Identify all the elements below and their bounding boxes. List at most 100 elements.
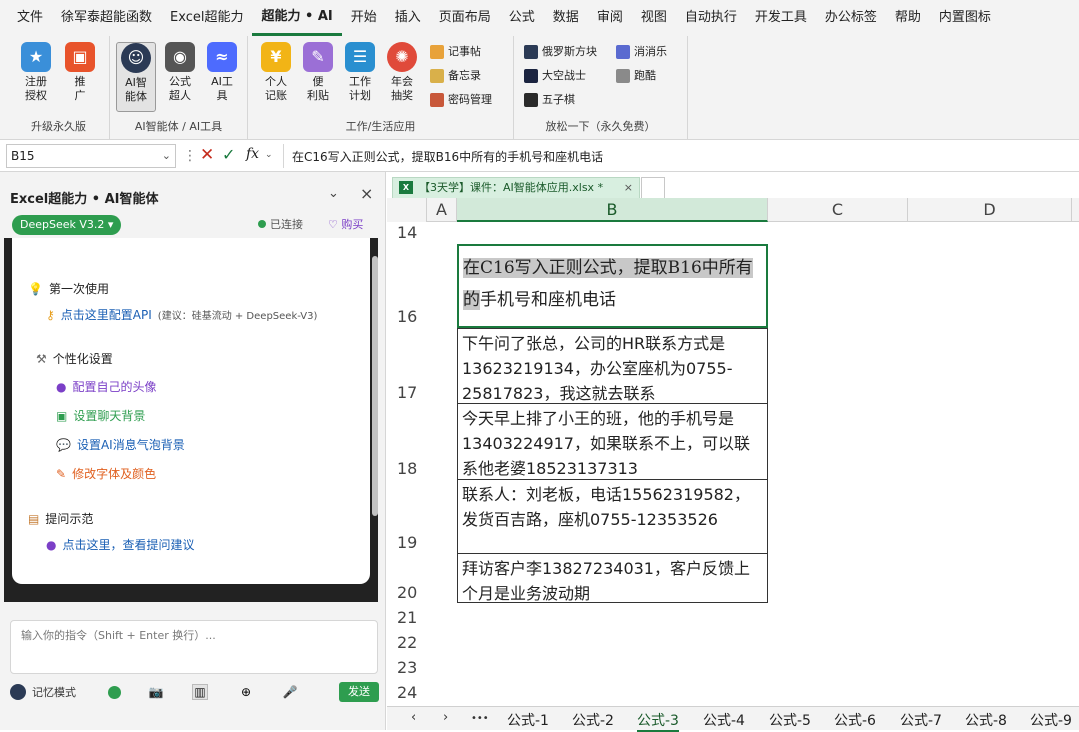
- chevron-down-icon: ⌄: [161, 149, 171, 162]
- close-icon[interactable]: ×: [624, 178, 633, 198]
- ribbon-group-upgrade: ★ 注册 授权 ▣ 推 广 升级永久版: [8, 36, 110, 140]
- send-button[interactable]: 发送: [339, 682, 379, 702]
- workbook-tab[interactable]: X 【3天学】课件：AI智能体应用.xlsx * ×: [392, 177, 640, 198]
- prev-sheet-button[interactable]: ‹: [411, 710, 416, 725]
- insert-function-button[interactable]: fx: [246, 146, 259, 162]
- gomoku-button[interactable]: 五子棋: [524, 90, 575, 110]
- bookkeeping-button[interactable]: ¥ 个人 记账: [256, 42, 296, 112]
- set-avatar-link[interactable]: ● 配置自己的头像: [56, 378, 157, 395]
- tetris-button[interactable]: 俄罗斯方块: [524, 42, 597, 62]
- more-sheets-button[interactable]: •••: [471, 713, 489, 724]
- chevron-down-icon[interactable]: ⌄: [265, 150, 273, 160]
- microphone-icon[interactable]: 🎤: [282, 684, 298, 700]
- memo-button[interactable]: 备忘录: [430, 66, 481, 86]
- status-dot-icon[interactable]: [106, 684, 122, 700]
- column-header-c[interactable]: C: [768, 198, 908, 222]
- view-examples-link[interactable]: ● 点击这里，查看提问建议: [46, 536, 195, 553]
- row-header[interactable]: 21: [387, 604, 427, 629]
- pencil-icon: ✎: [56, 466, 67, 481]
- menu-help[interactable]: 帮助: [886, 0, 930, 36]
- set-bubble-link[interactable]: 💬 设置AI消息气泡背景: [56, 436, 185, 453]
- next-sheet-button[interactable]: ›: [443, 710, 448, 725]
- new-tab-button[interactable]: [641, 177, 665, 198]
- set-background-link[interactable]: ▣ 设置聊天背景: [56, 407, 145, 424]
- promote-button[interactable]: ▣ 推 广: [60, 42, 100, 112]
- gomoku-icon: [524, 93, 538, 107]
- menu-page-layout[interactable]: 页面布局: [430, 0, 500, 36]
- chat-input[interactable]: 输入你的指令（Shift + Enter 换行）...: [10, 620, 378, 674]
- menu-home[interactable]: 开始: [342, 0, 386, 36]
- model-selector[interactable]: DeepSeek V3.2 ▾: [12, 215, 122, 235]
- sheet-tab-active[interactable]: 公式-3: [637, 710, 679, 732]
- row-header[interactable]: 16: [387, 307, 427, 328]
- sheet-tab[interactable]: 公式-2: [572, 710, 614, 730]
- sheet-tab[interactable]: 公式-4: [703, 710, 745, 730]
- cell-b19[interactable]: 拜访客户李13827234031，客户反馈上个月是业务波动期: [457, 553, 768, 603]
- row-header[interactable]: 24: [387, 679, 427, 704]
- add-icon[interactable]: ⊕: [238, 684, 254, 700]
- column-header-d[interactable]: D: [908, 198, 1072, 222]
- cancel-icon[interactable]: ✕: [200, 145, 214, 165]
- sticky-note-button[interactable]: ✎ 便 利贴: [298, 42, 338, 112]
- menu-office-tabs[interactable]: 办公标签: [816, 0, 886, 36]
- column-header-a[interactable]: A: [427, 198, 457, 222]
- memory-mode-toggle[interactable]: 记忆模式: [10, 684, 76, 700]
- set-font-link[interactable]: ✎ 修改字体及颜色: [56, 465, 156, 482]
- cell-b17[interactable]: 今天早上排了小王的班，他的手机号是13403224917，如果联系不上，可以联系…: [457, 403, 768, 480]
- menu-data[interactable]: 数据: [544, 0, 588, 36]
- row-header[interactable]: 20: [387, 554, 427, 604]
- whale-icon: ≈: [207, 42, 237, 72]
- menu-power-ai[interactable]: 超能力 • AI: [252, 0, 342, 36]
- cell-b18[interactable]: 联系人：刘老板，电话15562319582，发货百吉路，座机0755-12353…: [457, 479, 768, 554]
- password-manager-button[interactable]: 密码管理: [430, 90, 492, 110]
- row-header[interactable]: 14: [387, 222, 427, 244]
- menu-formulas[interactable]: 公式: [500, 0, 544, 36]
- space-war-button[interactable]: 大空战士: [524, 66, 586, 86]
- menu-developer[interactable]: 开发工具: [746, 0, 816, 36]
- row-header[interactable]: 22: [387, 629, 427, 654]
- chart-icon[interactable]: ▥: [192, 684, 208, 700]
- ai-tools-button[interactable]: ≈ AI工 具: [202, 42, 242, 112]
- buy-link[interactable]: ♡ 购买: [328, 216, 363, 232]
- row-header[interactable]: 23: [387, 654, 427, 679]
- menu-builtin-icons[interactable]: 内置图标: [930, 0, 1000, 36]
- menu-xu-functions[interactable]: 徐军泰超能函数: [52, 0, 161, 36]
- menu-view[interactable]: 视图: [632, 0, 676, 36]
- menu-excel-power[interactable]: Excel超能力: [161, 0, 252, 36]
- match3-button[interactable]: 消消乐: [616, 42, 667, 62]
- speech-bubble-icon: 💬: [56, 437, 71, 452]
- row-header[interactable]: 19: [387, 480, 427, 554]
- name-box[interactable]: B15 ⌄: [6, 144, 176, 168]
- chevron-down-icon[interactable]: ⌄: [328, 186, 339, 201]
- formula-superman-button[interactable]: ◉ 公式 超人: [160, 42, 200, 112]
- ai-agent-button[interactable]: ☺ AI智 能体: [116, 42, 156, 112]
- select-all-corner[interactable]: [387, 198, 427, 222]
- formula-input[interactable]: 在C16写入正则公式，提取B16中所有的手机号和座机电话: [292, 148, 603, 165]
- first-use-title: 💡 第一次使用: [28, 281, 109, 297]
- sheet-tab[interactable]: 公式-9: [1030, 710, 1072, 730]
- sheet-tab[interactable]: 公式-7: [900, 710, 942, 730]
- sheet-tab[interactable]: 公式-5: [769, 710, 811, 730]
- work-plan-button[interactable]: ☰ 工作 计划: [340, 42, 380, 112]
- menu-automate[interactable]: 自动执行: [676, 0, 746, 36]
- row-header[interactable]: 17: [387, 328, 427, 404]
- sheet-tab[interactable]: 公式-6: [834, 710, 876, 730]
- notepad-button[interactable]: 记事帖: [430, 42, 481, 62]
- scrollbar[interactable]: [372, 256, 378, 516]
- confirm-icon[interactable]: ✓: [222, 145, 235, 164]
- camera-icon[interactable]: 📷: [148, 684, 164, 700]
- lottery-button[interactable]: ✺ 年会 抽奖: [382, 42, 422, 112]
- parkour-button[interactable]: 跑酷: [616, 66, 656, 86]
- menu-insert[interactable]: 插入: [386, 0, 430, 36]
- cell-b16[interactable]: 下午问了张总，公司的HR联系方式是13623219134，办公室座机为0755-…: [457, 328, 768, 404]
- sheet-tab[interactable]: 公式-1: [507, 710, 549, 730]
- sheet-tab[interactable]: 公式-8: [965, 710, 1007, 730]
- row-header[interactable]: 18: [387, 404, 427, 480]
- close-icon[interactable]: ×: [360, 184, 373, 203]
- cell-b15[interactable]: 在C16写入正则公式，提取B16中所有的手机号和座机电话: [457, 244, 768, 328]
- menu-file[interactable]: 文件: [8, 0, 52, 36]
- configure-api-link[interactable]: ⚷ 点击这里配置API (建议：硅基流动 + DeepSeek-V3): [46, 306, 317, 323]
- menu-review[interactable]: 审阅: [588, 0, 632, 36]
- register-button[interactable]: ★ 注册 授权: [16, 42, 56, 112]
- column-header-b[interactable]: B: [457, 198, 768, 222]
